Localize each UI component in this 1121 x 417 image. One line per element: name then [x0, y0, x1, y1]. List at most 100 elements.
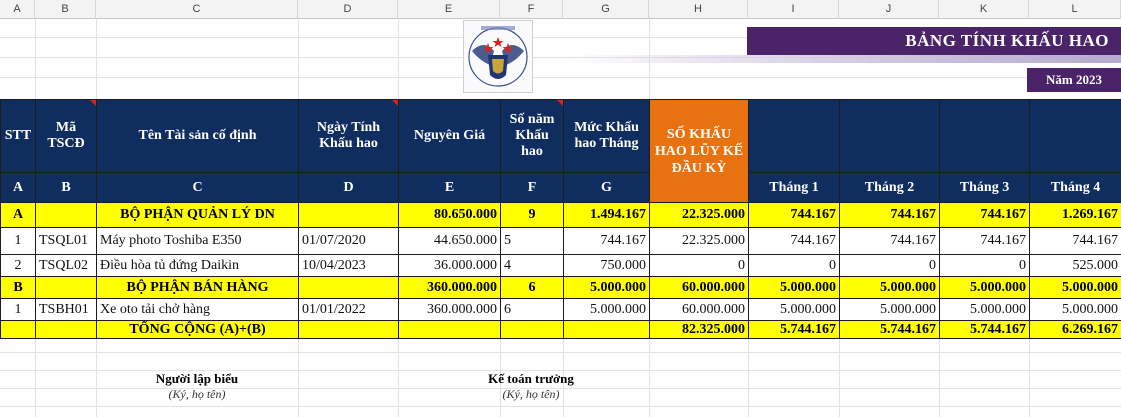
- header-month-3[interactable]: Tháng 3: [939, 172, 1030, 203]
- cell-so-nam[interactable]: 6: [500, 298, 564, 321]
- preparer-sub[interactable]: (Ký, họ tên): [96, 387, 298, 402]
- section-muc-khau-hao[interactable]: 1.494.167: [563, 202, 650, 228]
- section-month-1[interactable]: 744.167: [748, 202, 840, 228]
- column-header-j[interactable]: J: [839, 0, 939, 19]
- section-luy-ke[interactable]: 60.000.000: [649, 276, 749, 299]
- section-month-2[interactable]: 5.000.000: [839, 276, 940, 299]
- cell-month-1[interactable]: 0: [748, 254, 840, 277]
- cell-nguyen-gia[interactable]: 360.000.000: [398, 298, 501, 321]
- section-month-4[interactable]: 5.000.000: [1029, 276, 1121, 299]
- cell-stt[interactable]: 1: [0, 227, 36, 255]
- column-header-h[interactable]: H: [649, 0, 748, 19]
- section-month-4[interactable]: 1.269.167: [1029, 202, 1121, 228]
- total-blank[interactable]: [500, 320, 564, 339]
- preparer-title[interactable]: Người lập biểu: [96, 371, 298, 387]
- cell-so-nam[interactable]: 4: [500, 254, 564, 277]
- cell-ten-tai-san[interactable]: Xe oto tải chở hàng: [96, 298, 299, 321]
- header-blank[interactable]: [939, 99, 1030, 173]
- header-letter-e[interactable]: E: [398, 172, 501, 203]
- cell-luy-ke[interactable]: 60.000.000: [649, 298, 749, 321]
- cell-month-2[interactable]: 0: [839, 254, 940, 277]
- total-month-1[interactable]: 5.744.167: [748, 320, 840, 339]
- accountant-sub[interactable]: (Ký, họ tên): [430, 387, 632, 402]
- cell-stt[interactable]: 2: [0, 254, 36, 277]
- header-ma-tscd[interactable]: Mã TSCĐ: [35, 99, 97, 173]
- cell-month-1[interactable]: 5.000.000: [748, 298, 840, 321]
- cell-month-3[interactable]: 0: [939, 254, 1030, 277]
- cell-ma-tscd[interactable]: TSQL01: [35, 227, 97, 255]
- header-so-khau-hao-luy-ke[interactable]: SỐ KHẤU HAO LŨY KẾ ĐẦU KỲ: [649, 99, 749, 203]
- cell-month-4[interactable]: 744.167: [1029, 227, 1121, 255]
- header-month-1[interactable]: Tháng 1: [748, 172, 840, 203]
- header-stt[interactable]: STT: [0, 99, 36, 173]
- section-muc-khau-hao[interactable]: 5.000.000: [563, 276, 650, 299]
- column-header-l[interactable]: L: [1029, 0, 1121, 19]
- column-header-i[interactable]: I: [748, 0, 839, 19]
- section-month-2[interactable]: 744.167: [839, 202, 940, 228]
- cell-ngay[interactable]: 01/01/2022: [298, 298, 399, 321]
- column-header-g[interactable]: G: [563, 0, 649, 19]
- column-header-f[interactable]: F: [500, 0, 563, 19]
- header-blank[interactable]: [839, 99, 940, 173]
- section-luy-ke[interactable]: 22.325.000: [649, 202, 749, 228]
- total-month-3[interactable]: 5.744.167: [939, 320, 1030, 339]
- cell-ngay[interactable]: 01/07/2020: [298, 227, 399, 255]
- cell-month-4[interactable]: 5.000.000: [1029, 298, 1121, 321]
- cell-luy-ke[interactable]: 0: [649, 254, 749, 277]
- cell-month-3[interactable]: 744.167: [939, 227, 1030, 255]
- section-name[interactable]: BỘ PHẬN BÁN HÀNG: [96, 276, 299, 299]
- cell-muc-khau-hao[interactable]: 750.000: [563, 254, 650, 277]
- header-letter-d[interactable]: D: [298, 172, 399, 203]
- header-letter-c[interactable]: C: [96, 172, 299, 203]
- cell-ten-tai-san[interactable]: Máy photo Toshiba E350: [96, 227, 299, 255]
- section-code[interactable]: B: [0, 276, 36, 299]
- header-nguyen-gia[interactable]: Nguyên Giá: [398, 99, 501, 173]
- header-blank[interactable]: [748, 99, 840, 173]
- total-month-4[interactable]: 6.269.167: [1029, 320, 1121, 339]
- section-blank[interactable]: [298, 202, 399, 228]
- header-letter-b[interactable]: B: [35, 172, 97, 203]
- header-month-4[interactable]: Tháng 4: [1029, 172, 1121, 203]
- header-letter-g[interactable]: G: [563, 172, 650, 203]
- total-blank[interactable]: [0, 320, 36, 339]
- section-blank[interactable]: [35, 202, 97, 228]
- total-blank[interactable]: [35, 320, 97, 339]
- section-so-nam[interactable]: 6: [500, 276, 564, 299]
- column-header-c[interactable]: C: [96, 0, 298, 19]
- cell-month-2[interactable]: 5.000.000: [839, 298, 940, 321]
- company-logo-icon[interactable]: [463, 20, 533, 93]
- column-header-e[interactable]: E: [398, 0, 500, 19]
- cell-luy-ke[interactable]: 22.325.000: [649, 227, 749, 255]
- cell-so-nam[interactable]: 5: [500, 227, 564, 255]
- column-header-k[interactable]: K: [939, 0, 1029, 19]
- section-month-3[interactable]: 744.167: [939, 202, 1030, 228]
- cell-month-4[interactable]: 525.000: [1029, 254, 1121, 277]
- cell-ma-tscd[interactable]: TSQL02: [35, 254, 97, 277]
- column-header-b[interactable]: B: [35, 0, 96, 19]
- cell-ngay[interactable]: 10/04/2023: [298, 254, 399, 277]
- cell-muc-khau-hao[interactable]: 744.167: [563, 227, 650, 255]
- total-label[interactable]: TỔNG CỘNG (A)+(B): [96, 320, 299, 339]
- cell-nguyen-gia[interactable]: 36.000.000: [398, 254, 501, 277]
- section-blank[interactable]: [298, 276, 399, 299]
- section-so-nam[interactable]: 9: [500, 202, 564, 228]
- section-nguyen-gia[interactable]: 360.000.000: [398, 276, 501, 299]
- section-nguyen-gia[interactable]: 80.650.000: [398, 202, 501, 228]
- header-month-2[interactable]: Tháng 2: [839, 172, 940, 203]
- accountant-title[interactable]: Kế toán trưởng: [430, 371, 632, 387]
- total-blank[interactable]: [298, 320, 399, 339]
- header-so-nam-khau-hao[interactable]: Số năm Khấu hao: [500, 99, 564, 173]
- cell-ten-tai-san[interactable]: Điều hòa tủ đứng Daikin: [96, 254, 299, 277]
- cell-nguyen-gia[interactable]: 44.650.000: [398, 227, 501, 255]
- cell-ma-tscd[interactable]: TSBH01: [35, 298, 97, 321]
- total-luy-ke[interactable]: 82.325.000: [649, 320, 749, 339]
- column-header-a[interactable]: A: [0, 0, 35, 19]
- header-muc-khau-hao-thang[interactable]: Mức Khấu hao Tháng: [563, 99, 650, 173]
- cell-muc-khau-hao[interactable]: 5.000.000: [563, 298, 650, 321]
- cell-month-1[interactable]: 744.167: [748, 227, 840, 255]
- header-ten-tai-san[interactable]: Tên Tài sản cố định: [96, 99, 299, 173]
- section-month-1[interactable]: 5.000.000: [748, 276, 840, 299]
- cell-stt[interactable]: 1: [0, 298, 36, 321]
- section-code[interactable]: A: [0, 202, 36, 228]
- column-header-d[interactable]: D: [298, 0, 398, 19]
